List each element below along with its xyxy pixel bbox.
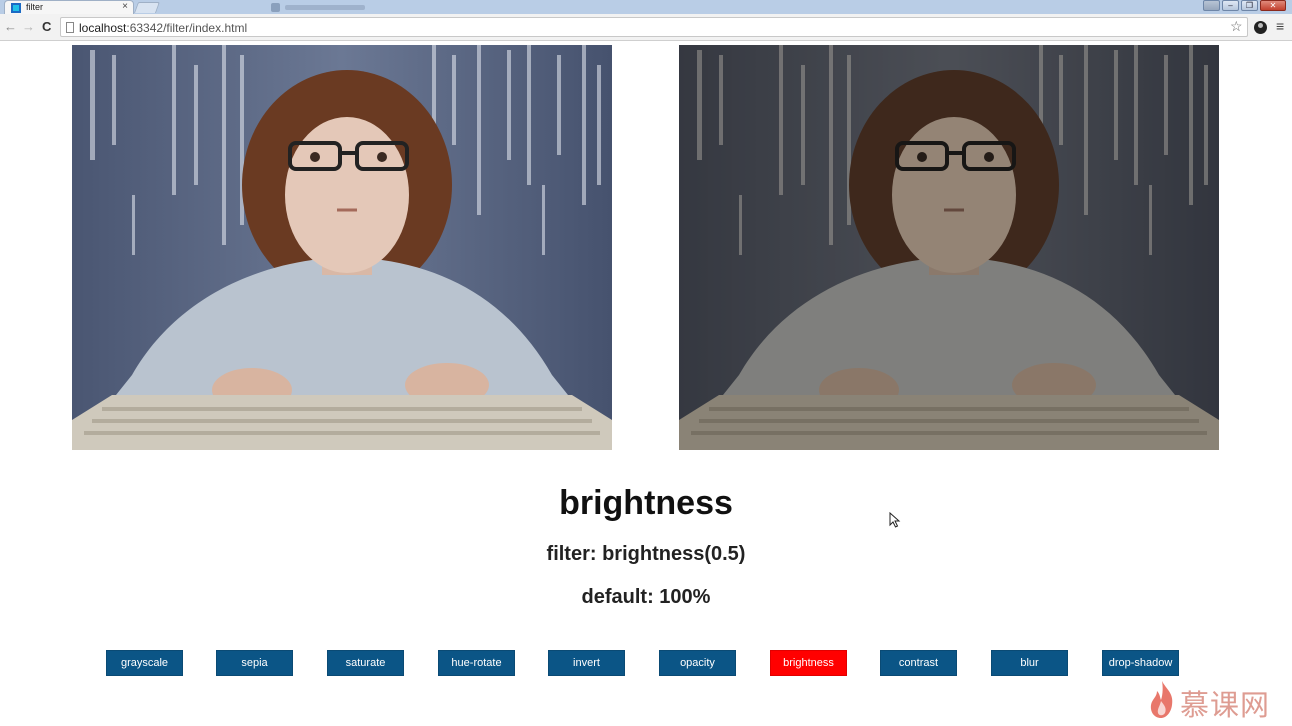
sepia-button[interactable]: sepia xyxy=(216,650,293,676)
mouse-cursor-icon xyxy=(889,512,901,528)
browser-toolbar: ← → C localhost:63342/filter/index.html … xyxy=(0,14,1292,41)
tab-close-icon[interactable]: × xyxy=(122,1,128,13)
boy-at-keyboard-image xyxy=(72,45,612,450)
background-tab[interactable] xyxy=(265,2,385,13)
boy-at-keyboard-filtered-image xyxy=(679,45,1219,450)
webstorm-icon xyxy=(11,3,21,13)
drop-shadow-button[interactable]: drop-shadow xyxy=(1102,650,1179,676)
browser-tab[interactable]: filter × xyxy=(4,0,134,15)
original-image xyxy=(72,45,612,450)
hue-rotate-button[interactable]: hue-rotate xyxy=(438,650,515,676)
filter-title: brightness xyxy=(559,484,733,522)
address-bar[interactable]: localhost:63342/filter/index.html xyxy=(60,17,1248,37)
minimize-button[interactable]: – xyxy=(1222,0,1239,11)
page-icon xyxy=(66,22,74,33)
opacity-button[interactable]: opacity xyxy=(659,650,736,676)
new-tab-button[interactable] xyxy=(133,2,161,13)
filter-default: default: 100% xyxy=(581,586,711,608)
filter-expression: filter: brightness(0.5) xyxy=(546,543,746,565)
watermark-text: 慕课网 xyxy=(1180,688,1271,722)
filtered-image xyxy=(679,45,1219,450)
imooc-watermark: 慕课网 xyxy=(1148,679,1288,722)
reload-button[interactable]: C xyxy=(42,20,51,34)
contrast-button[interactable]: contrast xyxy=(880,650,957,676)
url-host: localhost xyxy=(79,21,127,35)
tab-title: filter xyxy=(26,2,44,12)
url-path: :63342/filter/index.html xyxy=(126,21,248,35)
invert-button[interactable]: invert xyxy=(548,650,625,676)
blur-button[interactable]: blur xyxy=(991,650,1068,676)
restore-button[interactable]: ❐ xyxy=(1241,0,1258,11)
browser-titlebar: filter × – ❐ ✕ xyxy=(0,0,1292,15)
forward-button[interactable]: → xyxy=(22,20,35,34)
window-controls: – ❐ ✕ xyxy=(1203,0,1286,12)
brightness-button[interactable]: brightness xyxy=(770,650,847,676)
flame-logo-icon xyxy=(1150,681,1173,718)
browser-menu-icon[interactable]: ≡ xyxy=(1276,19,1284,33)
bookmark-star-icon[interactable]: ☆ xyxy=(1230,19,1243,33)
close-button[interactable]: ✕ xyxy=(1260,0,1286,11)
back-button[interactable]: ← xyxy=(4,20,17,34)
grayscale-button[interactable]: grayscale xyxy=(106,650,183,676)
url-text[interactable]: localhost:63342/filter/index.html xyxy=(79,21,247,35)
background-tab-title xyxy=(285,5,365,10)
window-extra-icon[interactable] xyxy=(1203,0,1220,11)
saturate-button[interactable]: saturate xyxy=(327,650,404,676)
background-tab-icon xyxy=(271,3,280,12)
extension-icon[interactable] xyxy=(1254,21,1267,34)
